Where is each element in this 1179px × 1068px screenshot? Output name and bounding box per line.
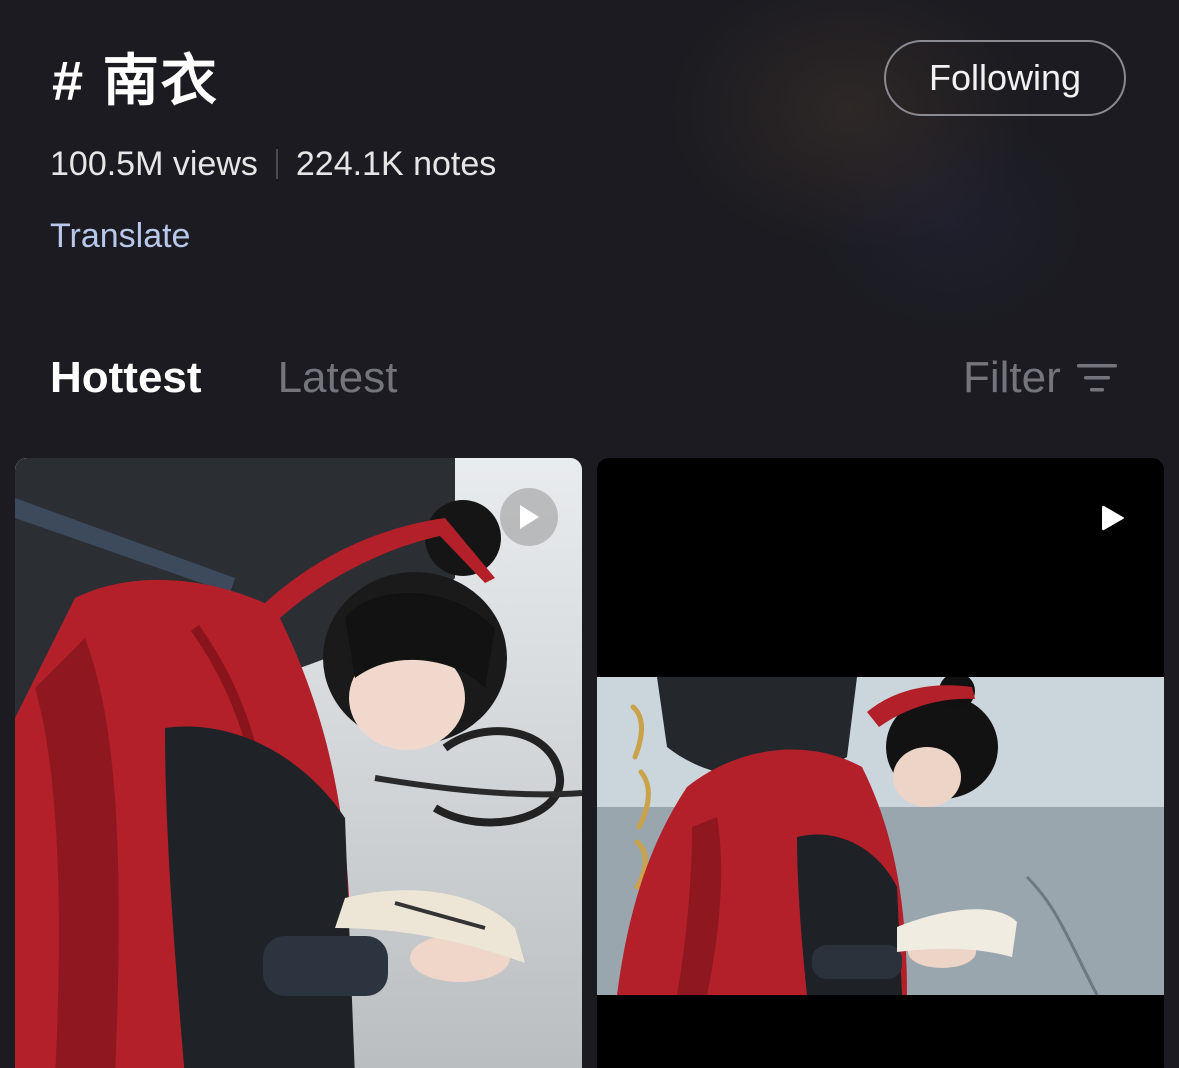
notes-count: 224.1K notes xyxy=(295,145,497,183)
play-icon xyxy=(1100,504,1126,537)
translate-link[interactable]: Translate xyxy=(50,212,190,260)
post-card-video[interactable] xyxy=(597,458,1164,1068)
filter-button[interactable]: Filter xyxy=(963,348,1117,408)
tab-latest[interactable]: Latest xyxy=(278,348,398,408)
stats-divider xyxy=(275,149,278,179)
post-thumbnail xyxy=(15,458,582,1068)
post-card-video[interactable] xyxy=(15,458,582,1068)
tag-page: # 南衣 Following 100.5M views 224.1K notes… xyxy=(0,0,1179,1068)
video-frame xyxy=(597,677,1164,995)
sort-tabs: Hottest Latest xyxy=(50,348,397,408)
tag-stats: 100.5M views 224.1K notes xyxy=(50,140,496,188)
views-count: 100.5M views xyxy=(50,145,258,183)
following-button[interactable]: Following xyxy=(884,40,1126,116)
tab-hottest[interactable]: Hottest xyxy=(50,348,202,408)
post-thumbnail xyxy=(597,677,1164,995)
filter-lines-icon xyxy=(1076,364,1117,392)
play-circle-icon xyxy=(500,488,558,546)
filter-label: Filter xyxy=(963,353,1061,402)
page-title: # 南衣 xyxy=(52,49,219,112)
